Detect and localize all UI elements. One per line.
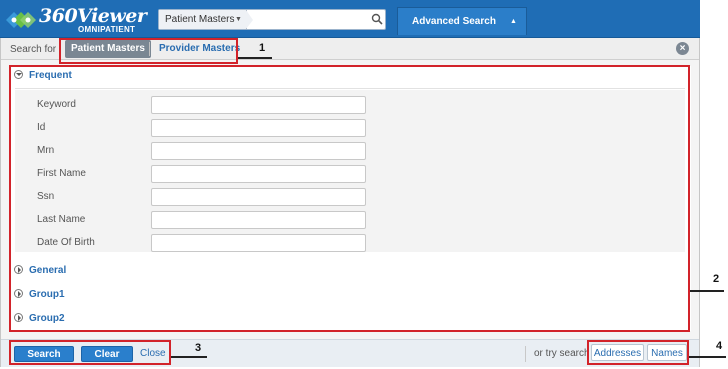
annotation-label-3: 3 (195, 342, 202, 354)
logo-mark-icon (6, 12, 36, 28)
try-search-label: or try search (534, 348, 590, 359)
annotation-leader-1 (238, 57, 272, 59)
annotation-label-4: 4 (716, 340, 723, 352)
annotation-box-1 (59, 38, 238, 64)
app-logo: 360Viewer OMNIPATIENT (4, 5, 154, 34)
annotation-box-4 (587, 340, 689, 365)
app-header: 360Viewer OMNIPATIENT Patient Masters ▼ … (0, 0, 700, 38)
global-search: Patient Masters ▼ (158, 9, 386, 30)
search-scope-label: Patient Masters (165, 14, 235, 25)
search-scope-dropdown[interactable]: Patient Masters ▼ (159, 10, 247, 29)
search-for-label: Search for (10, 44, 57, 55)
annotation-box-2 (9, 65, 690, 332)
search-input[interactable] (255, 11, 365, 27)
logo-title: 360Viewer (39, 5, 147, 27)
annotation-box-3 (9, 340, 171, 365)
chevron-down-icon: ▼ (235, 16, 242, 23)
advanced-search-label: Advanced Search (412, 16, 496, 27)
annotation-leader-3 (171, 356, 207, 358)
footer-divider (525, 346, 526, 362)
annotation-leader-4 (689, 356, 726, 358)
close-icon[interactable]: × (676, 42, 689, 55)
advanced-search-button[interactable]: Advanced Search ▲ (397, 7, 527, 35)
annotation-label-2: 2 (713, 273, 720, 285)
scope-arrow-tip (246, 10, 253, 29)
search-icon[interactable] (371, 13, 383, 25)
annotation-leader-2 (690, 290, 724, 292)
annotation-label-1: 1 (259, 42, 266, 54)
logo-subtitle: OMNIPATIENT (78, 25, 136, 34)
caret-up-icon: ▲ (510, 18, 517, 25)
